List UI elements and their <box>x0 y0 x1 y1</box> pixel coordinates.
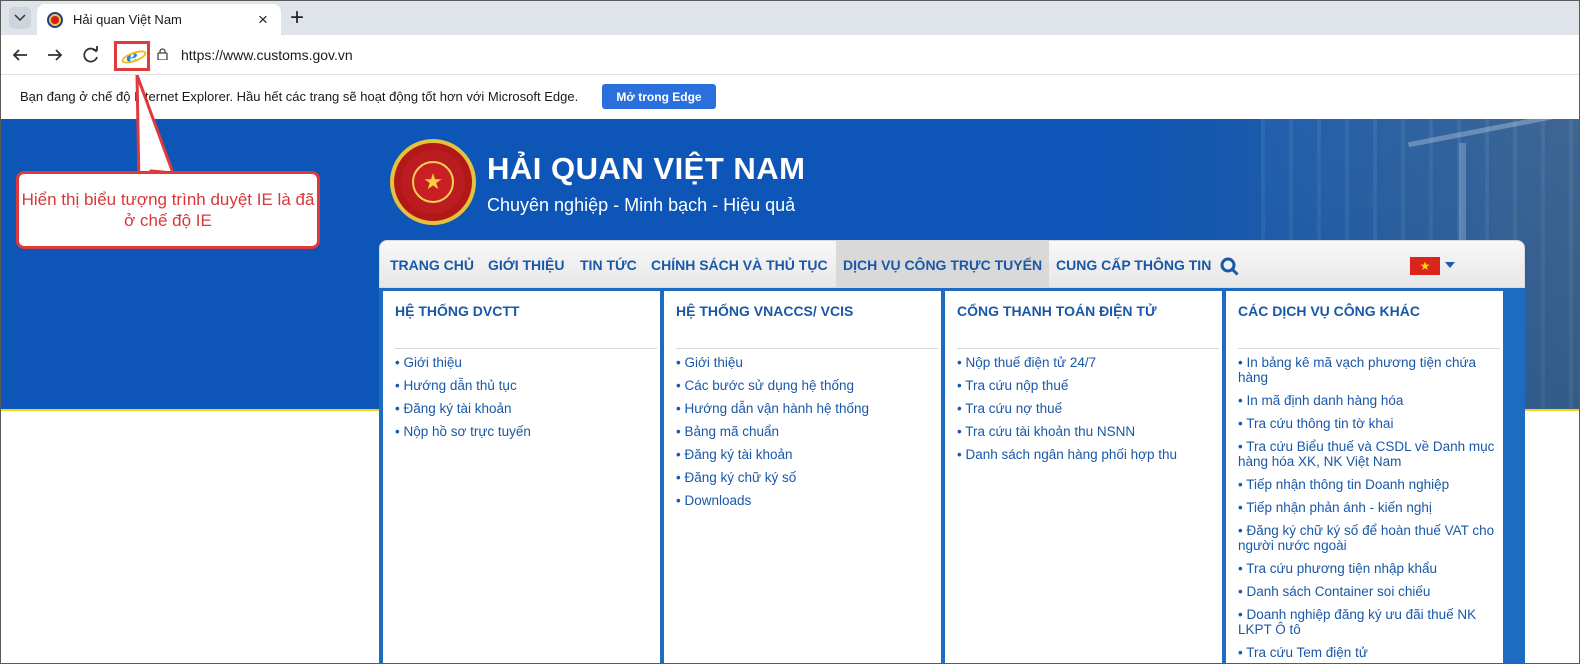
refresh-icon <box>83 46 98 63</box>
ie-mode-infobar: Bạn đang ở chế độ Internet Explorer. Hầu… <box>1 75 1579 119</box>
address-toolbar: e https://www.customs.gov.vn <box>1 35 1579 75</box>
refresh-button[interactable] <box>80 44 102 66</box>
payment-portal-column: CỔNG THANH TOÁN ĐIỆN TỬ Nộp thuế điện tử… <box>945 291 1222 663</box>
service-link[interactable]: Hướng dẫn thủ tục <box>395 378 652 393</box>
service-link[interactable]: Giới thiệu <box>676 355 933 370</box>
main-navigation: TRANG CHỦ GIỚI THIỆU TIN TỨC CHÍNH SÁCH … <box>379 240 1525 289</box>
star-icon: ★ <box>423 169 443 194</box>
column-title: CÁC DỊCH VỤ CÔNG KHÁC <box>1238 303 1420 319</box>
site-title: HẢI QUAN VIỆT NAM <box>487 151 806 186</box>
callout-pointer <box>135 75 175 185</box>
close-icon[interactable]: × <box>253 10 273 30</box>
tab-title: Hải quan Việt Nam <box>73 12 182 27</box>
online-services-dropdown: HỆ THỐNG DVCTT Giới thiệu Hướng dẫn thủ … <box>379 288 1525 663</box>
browser-window: Hải quan Việt Nam × + e https://www.cust… <box>0 0 1580 664</box>
ie-mode-icon: e <box>126 45 138 67</box>
column-title: HỆ THỐNG VNACCS/ VCIS <box>676 303 854 319</box>
callout-text: Hiển thị biểu tượng trình duyệt IE là đã… <box>21 190 315 230</box>
active-tab[interactable]: Hải quan Việt Nam × <box>37 4 281 35</box>
service-link[interactable]: Doanh nghiệp đăng ký ưu đãi thuế NK LKPT… <box>1238 607 1495 637</box>
service-link[interactable]: Tra cứu nợ thuế <box>957 401 1214 416</box>
service-link[interactable]: Bảng mã chuẩn <box>676 424 933 439</box>
forward-icon <box>48 49 63 61</box>
dvctt-column: HỆ THỐNG DVCTT Giới thiệu Hướng dẫn thủ … <box>383 291 660 663</box>
customs-favicon-icon <box>47 11 63 28</box>
search-icon[interactable] <box>1220 257 1240 277</box>
forward-button[interactable] <box>44 44 66 66</box>
menu-item-home[interactable]: TRANG CHỦ <box>390 241 476 289</box>
service-link[interactable]: Giới thiệu <box>395 355 652 370</box>
service-link[interactable]: Tra cứu phương tiện nhập khẩu <box>1238 561 1495 576</box>
service-link[interactable]: Tiếp nhận phản ánh - kiến nghị <box>1238 500 1495 515</box>
service-link[interactable]: Nộp hồ sơ trực tuyến <box>395 424 652 439</box>
service-link[interactable]: Danh sách Container soi chiếu <box>1238 584 1495 599</box>
address-url[interactable]: https://www.customs.gov.vn <box>181 47 353 63</box>
menu-item-online-services[interactable]: DỊCH VỤ CÔNG TRỰC TUYẾN <box>836 241 1049 289</box>
menu-item-information[interactable]: CUNG CẤP THÔNG TIN <box>1056 241 1216 289</box>
service-link[interactable]: Danh sách ngân hàng phối hợp thu <box>957 447 1214 462</box>
lock-icon[interactable] <box>157 48 168 60</box>
service-link[interactable]: In mã định danh hàng hóa <box>1238 393 1495 408</box>
service-link[interactable]: Các bước sử dụng hệ thống <box>676 378 933 393</box>
other-services-column: CÁC DỊCH VỤ CÔNG KHÁC In bảng kê mã vạch… <box>1226 291 1503 663</box>
column-title: HỆ THỐNG DVCTT <box>395 303 520 319</box>
service-link[interactable]: In bảng kê mã vạch phương tiện chứa hàng <box>1238 355 1495 385</box>
tab-menu-button[interactable] <box>9 7 31 29</box>
customs-emblem-icon: ★ <box>390 139 476 225</box>
service-link[interactable]: Tra cứu thông tin tờ khai <box>1238 416 1495 431</box>
vietnam-flag-icon[interactable]: ★ <box>1410 257 1440 275</box>
site-subtitle: Chuyên nghiệp - Minh bạch - Hiệu quả <box>487 195 796 215</box>
service-link[interactable]: Đăng ký tài khoản <box>676 447 933 462</box>
emblem-center: ★ <box>412 161 454 203</box>
service-link[interactable]: Tra cứu Tem điện tử <box>1238 645 1495 660</box>
service-link[interactable]: Tiếp nhận thông tin Doanh nghiệp <box>1238 477 1495 492</box>
service-link[interactable]: Tra cứu Biểu thuế và CSDL về Danh mục hà… <box>1238 439 1495 469</box>
column-title: CỔNG THANH TOÁN ĐIỆN TỬ <box>957 303 1157 319</box>
back-icon <box>12 49 27 61</box>
column-divider <box>395 348 657 349</box>
service-link[interactable]: Đăng ký tài khoản <box>395 401 652 416</box>
column-divider <box>676 348 938 349</box>
service-link[interactable]: Nộp thuế điện tử 24/7 <box>957 355 1214 370</box>
tab-strip: Hải quan Việt Nam × + <box>1 1 1579 35</box>
column-divider <box>957 348 1219 349</box>
menu-item-about[interactable]: GIỚI THIỆU <box>488 241 570 289</box>
chevron-down-icon[interactable] <box>1445 262 1455 268</box>
service-link[interactable]: Đăng ký chữ ký số để hoàn thuế VAT cho n… <box>1238 523 1495 553</box>
plus-icon[interactable]: + <box>285 4 309 31</box>
infobar-message: Bạn đang ở chế độ Internet Explorer. Hầu… <box>20 89 579 104</box>
ie-mode-indicator[interactable]: e <box>114 41 150 71</box>
open-in-edge-button[interactable]: Mở trong Edge <box>602 84 716 109</box>
service-link[interactable]: Đăng ký chữ ký số <box>676 470 933 485</box>
service-link[interactable]: Hướng dẫn vận hành hệ thống <box>676 401 933 416</box>
menu-item-news[interactable]: TIN TỨC <box>580 241 642 289</box>
back-button[interactable] <box>9 44 31 66</box>
vnaccs-column: HỆ THỐNG VNACCS/ VCIS Giới thiệu Các bướ… <box>664 291 941 663</box>
column-divider <box>1238 348 1500 349</box>
service-link[interactable]: Tra cứu nộp thuế <box>957 378 1214 393</box>
ie-mode-callout: Hiển thị biểu tượng trình duyệt IE là đã… <box>16 171 320 249</box>
menu-item-policies[interactable]: CHÍNH SÁCH VÀ THỦ TỤC <box>651 241 831 289</box>
service-link[interactable]: Downloads <box>676 493 933 508</box>
service-link[interactable]: Tra cứu tài khoản thu NSNN <box>957 424 1214 439</box>
tab-menu-icon <box>14 14 26 22</box>
